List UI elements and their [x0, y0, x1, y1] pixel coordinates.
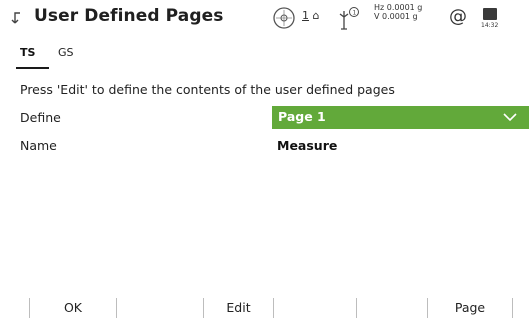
face-number: 1 — [302, 9, 309, 22]
angle-readout: Hz 0.0001 g V 0.0001 g — [374, 3, 422, 21]
instruction-text: Press 'Edit' to define the contents of t… — [20, 82, 395, 97]
active-tab-indicator — [16, 67, 49, 69]
svg-text:1: 1 — [353, 10, 357, 17]
page-button[interactable]: Page — [428, 292, 512, 323]
clock-time: 14:32 — [481, 22, 499, 29]
define-label: Define — [20, 110, 61, 125]
softkey-bar: OK Edit Page — [0, 292, 529, 323]
prism-icon[interactable]: 1 — [336, 5, 362, 33]
softkey-f2[interactable] — [117, 292, 203, 323]
communication-icon[interactable]: @ — [449, 6, 467, 27]
hz-readout: Hz 0.0001 g — [374, 3, 423, 12]
v-readout: V 0.0001 g — [374, 12, 418, 21]
battery-icon[interactable] — [483, 8, 497, 20]
ok-button[interactable]: OK — [30, 292, 116, 323]
define-dropdown[interactable]: Page 1 — [272, 106, 529, 129]
prism-small-icon: ⌂ — [309, 9, 320, 22]
compass-icon[interactable] — [272, 6, 296, 30]
edit-button[interactable]: Edit — [204, 292, 273, 323]
back-arrow-icon[interactable] — [10, 10, 24, 26]
chevron-down-icon — [503, 113, 517, 122]
tab-gs[interactable]: GS — [58, 46, 74, 59]
title-bar: User Defined Pages 1 ⌂ 1 Hz 0.0001 g V 0… — [0, 0, 529, 38]
softkey-divider — [512, 298, 513, 318]
face-indicator[interactable]: 1 ⌂ — [302, 9, 319, 22]
name-value: Measure — [277, 138, 338, 153]
name-label: Name — [20, 138, 57, 153]
tab-ts[interactable]: TS — [20, 46, 35, 59]
tab-bar: TS GS — [0, 40, 529, 70]
softkey-f5[interactable] — [357, 292, 427, 323]
softkey-f4[interactable] — [274, 292, 356, 323]
define-value: Page 1 — [278, 109, 326, 124]
page-title: User Defined Pages — [34, 6, 224, 26]
